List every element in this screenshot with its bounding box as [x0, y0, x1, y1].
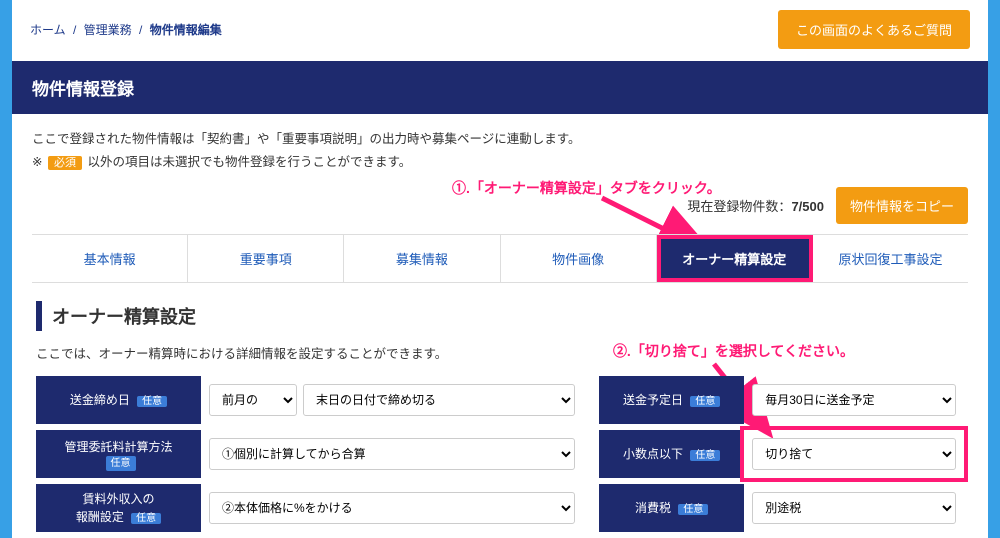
breadcrumb: ホーム / 管理業務 / 物件情報編集	[30, 21, 222, 38]
label-decimal: 小数点以下 任意	[599, 430, 744, 478]
breadcrumb-current: 物件情報編集	[150, 23, 222, 37]
tab-image[interactable]: 物件画像	[501, 235, 657, 282]
breadcrumb-row: ホーム / 管理業務 / 物件情報編集 この画面のよくあるご質問	[12, 0, 988, 61]
annotation-1: ①.「オーナー精算設定」タブをクリック。	[452, 178, 721, 198]
breadcrumb-home[interactable]: ホーム	[30, 23, 66, 37]
tab-restoration[interactable]: 原状回復工事設定	[813, 235, 968, 282]
tab-important[interactable]: 重要事項	[188, 235, 344, 282]
page-title: 物件情報登録	[12, 61, 988, 114]
tab-owner-settlement[interactable]: オーナー精算設定	[657, 235, 813, 282]
form-right: 送金予定日 任意 毎月30日に送金予定 小数点以下 任意 切り捨て	[599, 376, 964, 538]
tab-basic[interactable]: 基本情報	[32, 235, 188, 282]
description: ここで登録された物件情報は「契約書」や「重要事項説明」の出力時や募集ページに連動…	[12, 114, 988, 181]
select-deadline-day[interactable]: 末日の日付で締め切る	[303, 384, 575, 416]
desc-line1: ここで登録された物件情報は「契約書」や「重要事項説明」の出力時や募集ページに連動…	[32, 128, 968, 151]
select-extra-income[interactable]: ②本体価格に%をかける	[209, 492, 575, 524]
select-tax[interactable]: 別途税	[752, 492, 956, 524]
count-label: 現在登録物件数：7/500	[687, 196, 824, 215]
copy-button[interactable]: 物件情報をコピー	[836, 187, 968, 224]
form-left: 送金締め日 任意 前月の 末日の日付で締め切る 管理委託料計算方法任意 ①個別に…	[36, 376, 583, 538]
required-badge: 必須	[48, 156, 82, 170]
section-desc: ここでは、オーナー精算時における詳細情報を設定することができます。	[36, 347, 447, 361]
select-decimal[interactable]: 切り捨て	[752, 438, 956, 470]
tab-recruit[interactable]: 募集情報	[344, 235, 500, 282]
label-extra-income: 賃料外収入の報酬設定 任意	[36, 484, 201, 532]
label-tax: 消費税 任意	[599, 484, 744, 532]
annotation-2: ②.「切り捨て」を選択してください。	[613, 341, 854, 361]
section-bar	[36, 301, 42, 331]
label-remit-date: 送金予定日 任意	[599, 376, 744, 424]
select-calc-method[interactable]: ①個別に計算してから合算	[209, 438, 575, 470]
label-remit-deadline: 送金締め日 任意	[36, 376, 201, 424]
label-calc-method: 管理委託料計算方法任意	[36, 430, 201, 478]
breadcrumb-mgmt[interactable]: 管理業務	[84, 23, 132, 37]
faq-button[interactable]: この画面のよくあるご質問	[778, 10, 970, 49]
tabs: 基本情報 重要事項 募集情報 物件画像 オーナー精算設定 原状回復工事設定	[32, 234, 968, 283]
select-month[interactable]: 前月の	[209, 384, 297, 416]
select-remit-date[interactable]: 毎月30日に送金予定	[752, 384, 956, 416]
section-title: オーナー精算設定	[52, 303, 196, 329]
